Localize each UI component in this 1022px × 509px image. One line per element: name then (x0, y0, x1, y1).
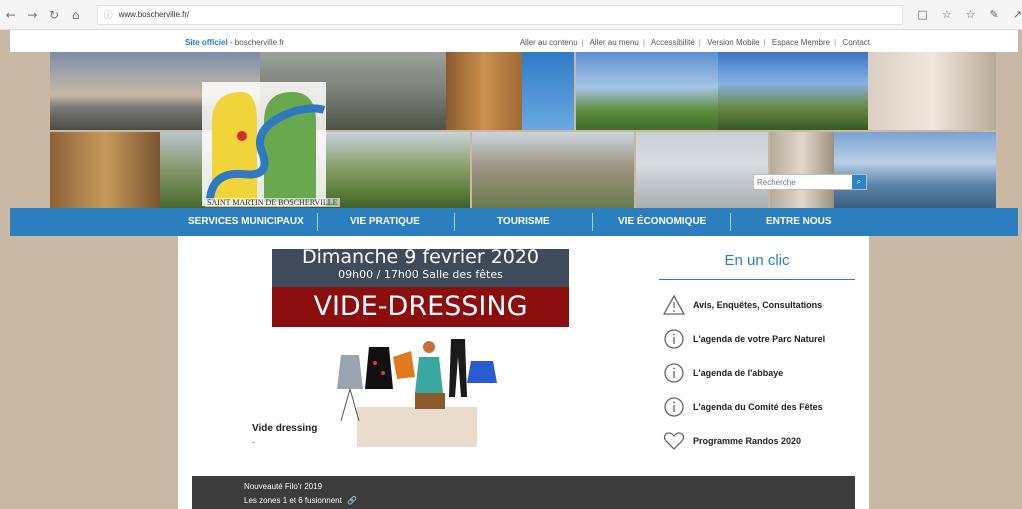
news-text: Les zones 1 et 6 fusionnent 🔗 (244, 496, 357, 505)
photo-seine-boat (834, 132, 996, 208)
quick-link-avis[interactable]: Avis, Enquêtes, Consultations (659, 288, 855, 322)
link-icon: 🔗 (347, 496, 358, 505)
quick-link-label: L'agenda du Comité des Fêtes (693, 402, 823, 412)
link-version-mobile[interactable]: Version Mobile (707, 38, 759, 47)
banner-collage: SAINT MARTIN DE BOSCHERVILLE ⌕ (10, 52, 1018, 208)
nav-services-municipaux[interactable]: SERVICES MUNICIPAUX (188, 216, 304, 227)
search-input[interactable] (754, 175, 852, 189)
news-title: Nouveauté Filo'r 2019 (244, 482, 323, 491)
back-icon[interactable]: ← (0, 8, 22, 22)
photo-pillars (770, 132, 834, 208)
photo-valley (576, 52, 718, 130)
logo-caption: SAINT MARTIN DE BOSCHERVILLE (205, 198, 340, 207)
logo-icon (202, 82, 326, 206)
poster-date: Dimanche 9 fevrier 2020 (301, 246, 540, 268)
home-icon[interactable]: ⌂ (65, 8, 87, 22)
photo-blue-sky (522, 52, 574, 130)
top-links-bar: Site officiel - boscherville.fr Aller au… (10, 30, 1018, 52)
quick-link-randos[interactable]: Programme Randos 2020 (659, 424, 855, 458)
news-banner[interactable]: Nouveauté Filo'r 2019 Les zones 1 et 6 f… (192, 476, 855, 509)
photo-manor (472, 132, 634, 208)
site-title: Site officiel - boscherville.fr (185, 38, 284, 47)
browser-toolbar: ← → ↻ ⌂ ⓘ www.boscherville.fr/ □ ☆ ☆ ✎ ↗ (0, 0, 1022, 30)
link-aller-menu[interactable]: Aller au menu (590, 38, 639, 47)
nav-entre-nous[interactable]: ENTRE NOUS (766, 216, 832, 227)
url-text: www.boscherville.fr/ (118, 10, 190, 19)
site-name: - boscherville.fr (227, 38, 285, 47)
nav-vie-economique[interactable]: VIE ÉCONOMIQUE (618, 216, 706, 227)
info-icon (664, 329, 684, 349)
article-title[interactable]: Vide dressing (252, 423, 317, 434)
nav-tourisme[interactable]: TOURISME (497, 216, 550, 227)
share-icon[interactable]: ↗ (1013, 8, 1022, 21)
quick-link-label: L'agenda de votre Parc Naturel (693, 334, 826, 344)
info-icon (664, 363, 684, 383)
photo-cloister (50, 132, 160, 208)
photo-abbey-garden (718, 52, 868, 130)
pen-icon[interactable]: ✎ (990, 8, 999, 21)
quick-link-comite-fetes[interactable]: L'agenda du Comité des Fêtes (659, 390, 855, 424)
favorites-icon[interactable]: ☆ (966, 8, 976, 21)
reading-view-icon[interactable]: □ (917, 8, 927, 21)
favorite-star-icon[interactable]: ☆ (942, 8, 952, 21)
photo-abbey-tower (446, 52, 522, 130)
quick-links: Aller au contenu | Aller au menu | Accessi… (519, 38, 870, 47)
link-accessibilite[interactable]: Accessibilité (651, 38, 695, 47)
search-box: ⌕ (753, 174, 867, 190)
site-label: Site officiel (185, 38, 228, 47)
address-bar[interactable]: ⓘ www.boscherville.fr/ (96, 4, 904, 25)
link-contact[interactable]: Contact (842, 38, 870, 47)
forward-icon[interactable]: → (22, 8, 44, 22)
news-text-label: Les zones 1 et 6 fusionnent (244, 496, 342, 505)
link-aller-contenu[interactable]: Aller au contenu (520, 38, 578, 47)
quick-link-label: Avis, Enquêtes, Consultations (693, 300, 823, 310)
poster-header: Dimanche 9 fevrier 2020 09h00 / 17h00 Sa… (272, 246, 569, 287)
article-subtitle: - (252, 437, 255, 447)
info-icon (664, 397, 684, 417)
photo-village (310, 132, 470, 208)
photo-abbey-interior (868, 52, 996, 130)
quick-link-label: L'agenda de l'abbaye (693, 368, 784, 378)
clothes-illustration (337, 339, 497, 447)
search-icon[interactable]: ⌕ (852, 175, 866, 189)
main-nav: SERVICES MUNICIPAUX VIE PRATIQUE TOURISM… (10, 208, 1018, 236)
poster-event-title: VIDE-DRESSING (272, 287, 569, 327)
warning-icon (663, 294, 685, 315)
link-espace-membre[interactable]: Espace Membre (772, 38, 830, 47)
nav-vie-pratique[interactable]: VIE PRATIQUE (350, 216, 420, 227)
main-content: Dimanche 9 fevrier 2020 09h00 / 17h00 Sa… (178, 236, 869, 509)
quick-link-parc-naturel[interactable]: L'agenda de votre Parc Naturel (659, 322, 855, 356)
quick-access-panel: En un clic Avis, Enquêtes, Consultations… (659, 252, 855, 458)
poster-time: 09h00 / 17h00 Salle des fêtes (338, 268, 503, 281)
quick-link-label: Programme Randos 2020 (693, 436, 802, 446)
photo-snow-cow (636, 132, 768, 208)
reload-icon[interactable]: ↻ (43, 8, 65, 22)
heart-icon (663, 432, 685, 450)
info-icon: ⓘ (103, 11, 113, 21)
quick-access-title: En un clic (659, 252, 855, 280)
quick-link-abbaye[interactable]: L'agenda de l'abbaye (659, 356, 855, 390)
